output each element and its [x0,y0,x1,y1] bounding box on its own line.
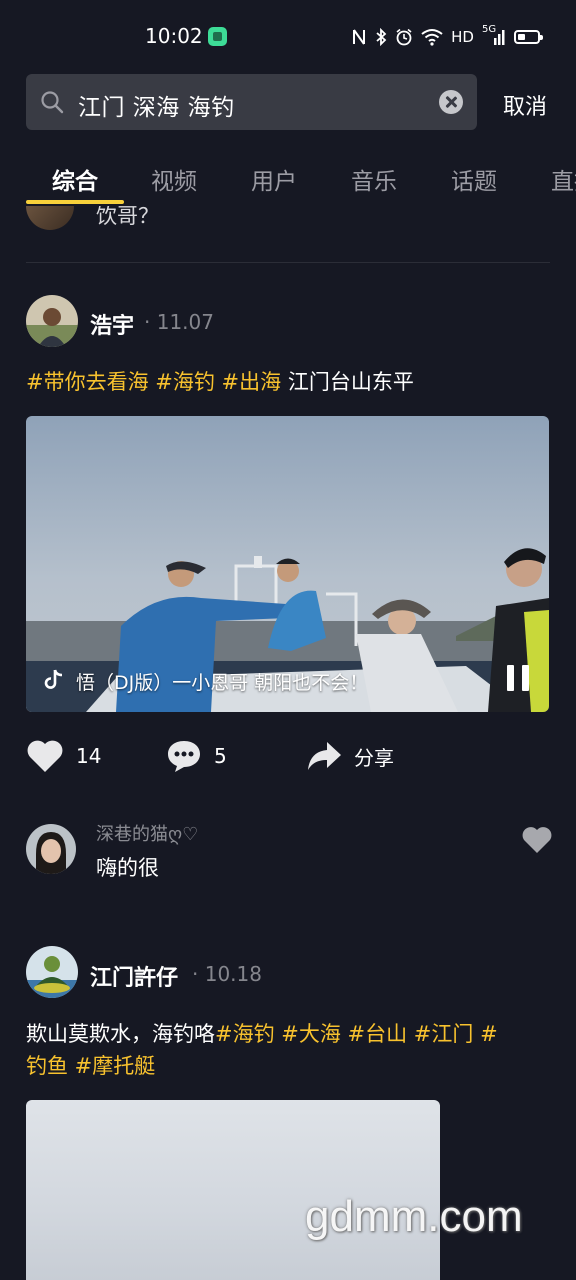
comment-icon [168,741,200,772]
clear-icon[interactable] [439,90,463,114]
like-count: 14 [76,744,102,768]
category-tabs: 综合 视频 用户 音乐 话题 直播 [0,150,576,206]
caption-text: 欺山莫欺水，海钓咯 [26,1022,215,1046]
wifi-icon [421,29,443,46]
watermark: gdmm.com [305,1192,523,1241]
divider [26,262,550,263]
post-date: · 11.07 [144,310,214,334]
tab-comprehensive[interactable]: 综合 [52,162,98,196]
avatar[interactable] [26,206,74,230]
avatar[interactable] [26,824,76,874]
author-name[interactable]: 江门許仔 [90,960,178,992]
heart-icon[interactable] [521,826,553,854]
cancel-button[interactable]: 取消 [503,89,547,121]
tab-music[interactable]: 音乐 [351,162,397,196]
tab-videos[interactable]: 视频 [151,162,197,196]
app-notification-icon [208,27,227,46]
avatar[interactable] [26,295,78,347]
status-bar: 10:02 HD 5G [0,0,576,72]
signal-5g: 5G [482,24,506,46]
share-label: 分享 [354,745,394,770]
avatar-image [26,824,76,874]
bluetooth-icon [376,28,387,46]
alarm-icon [396,28,412,46]
avatar-image [26,946,78,998]
post-date: · 10.18 [192,962,262,986]
tab-topics[interactable]: 话题 [451,162,497,196]
hashtags[interactable]: #海钓 #大海 #台山 #江门 # [215,1022,498,1046]
search-icon [41,91,64,114]
share-icon [308,742,341,770]
previous-comment-text: 饮哥？ [96,206,159,228]
post-caption: #带你去看海 #海钓 #出海 江门台山东平 [26,366,546,398]
post-caption: 欺山莫欺水，海钓咯#海钓 #大海 #台山 #江门 # 钓鱼 #摩托艇 [26,1018,546,1082]
author-name[interactable]: 浩宇 [90,308,134,340]
like-button[interactable]: 14 [26,736,101,776]
music-note-icon [44,669,63,689]
comment-button[interactable]: 5 [166,736,227,776]
post-actions: 14 5 分享 [0,730,576,784]
comment-count: 5 [214,744,227,768]
tab-live[interactable]: 直播 [551,162,576,196]
search-input[interactable]: 江门 深海 海钓 [26,74,477,130]
pause-icon[interactable] [507,665,529,691]
tab-users[interactable]: 用户 [251,162,297,196]
comment-username[interactable]: 深巷的猫ღ♡ [96,820,198,846]
battery-icon [514,30,543,44]
status-time: 10:02 [145,24,203,48]
hashtags[interactable]: 钓鱼 #摩托艇 [26,1054,155,1078]
nfc-icon [353,29,366,45]
comment-text: 嗨的很 [96,856,159,880]
results-feed[interactable]: 饮哥？ 浩宇 · 11.07 #带你去看海 #海钓 #出海 江门台山东平 悟（D… [0,206,576,1280]
video-player[interactable]: 悟（DJ版）一小恩哥 朝阳也不会！ [26,416,549,712]
hashtags[interactable]: #带你去看海 #海钓 #出海 [26,370,281,394]
heart-icon [27,740,63,772]
search-results-page: 10:02 HD 5G 江门 深海 海钓 取消 综合 视频 用户 音乐 话题 直… [0,0,576,1280]
status-icons: HD 5G [351,24,543,49]
video-thumbnail[interactable] [26,1100,440,1280]
search-query: 江门 深海 海钓 [78,95,235,121]
avatar-image [26,295,78,347]
tab-active-indicator [26,200,124,204]
hd-label: HD [451,28,474,46]
caption-text: 江门台山东平 [281,370,414,394]
share-button[interactable]: 分享 [306,736,394,776]
avatar[interactable] [26,946,78,998]
signal-icon [494,30,505,45]
music-title[interactable]: 悟（DJ版）一小恩哥 朝阳也不会！ [76,668,368,695]
